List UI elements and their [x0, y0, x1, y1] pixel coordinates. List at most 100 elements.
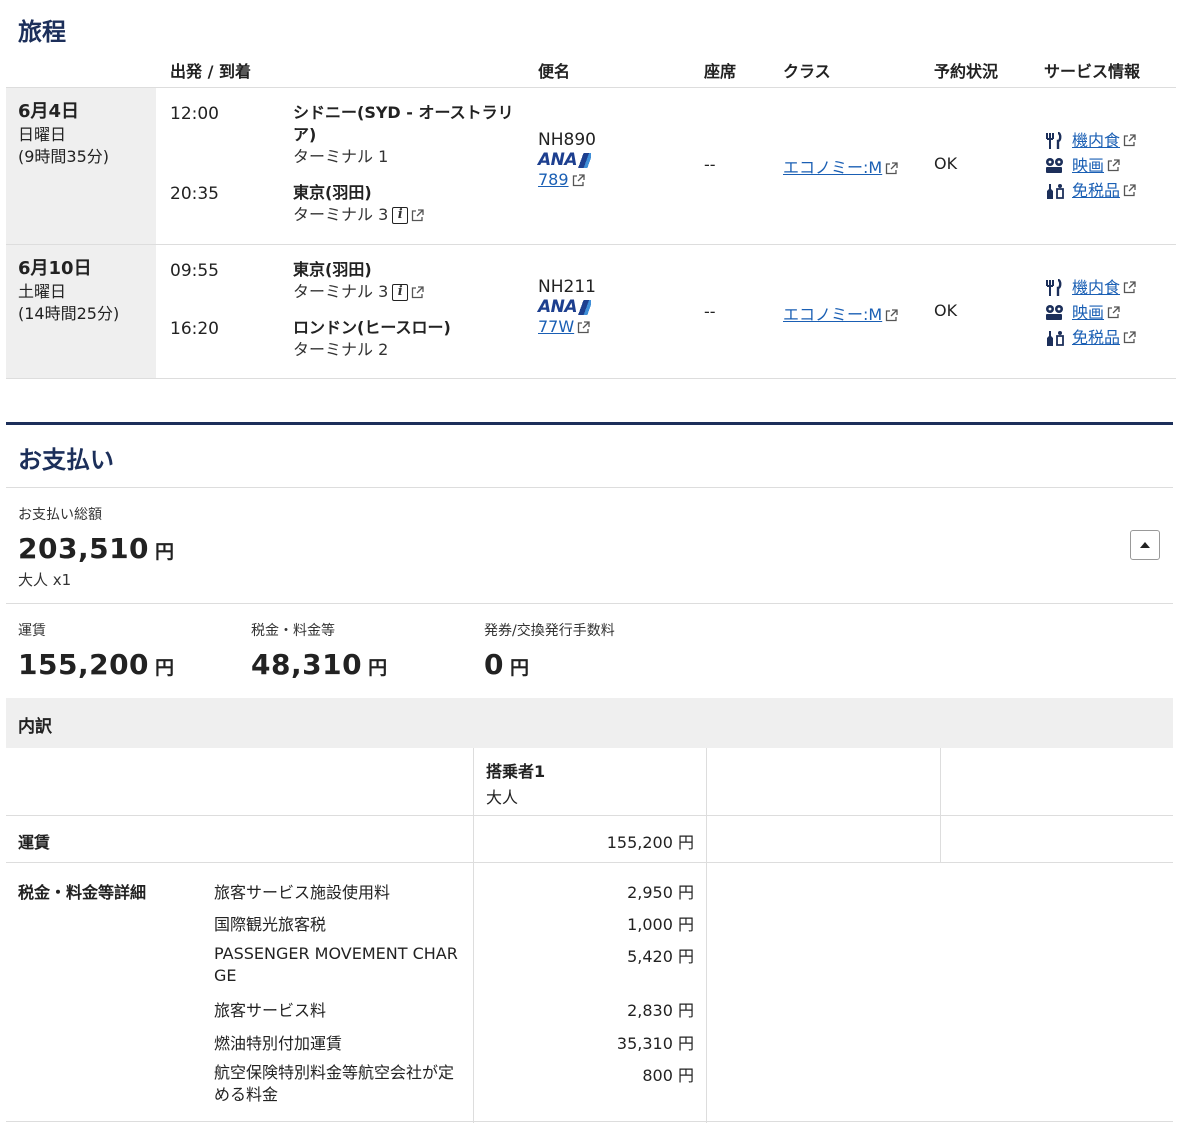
tax-item-name: 国際観光旅客税	[214, 915, 327, 934]
segment-weekday: 日曜日	[18, 125, 67, 144]
segment-date: 6月4日	[18, 101, 80, 122]
arrival-info: 東京(羽田) ターミナル 3i	[293, 182, 533, 226]
segment-duration: (14時間25分)	[18, 304, 120, 323]
external-link-icon	[572, 174, 585, 187]
departure-terminal: ターミナル 3	[293, 282, 389, 301]
collapse-toggle-button[interactable]	[1130, 530, 1160, 560]
total-label: お支払い総額	[18, 507, 102, 523]
fee-label: 発券/交換発行手数料	[484, 623, 615, 639]
header-class: クラス	[783, 62, 831, 81]
fee-amount: 0円	[484, 648, 530, 681]
column-divider	[706, 748, 707, 1123]
tax-item-name: 旅客サービス料	[214, 1001, 327, 1020]
external-link-icon[interactable]	[411, 286, 424, 299]
header-seat: 座席	[704, 62, 737, 81]
segment-row: 6月10日 土曜日 (14時間25分) 09:55 東京(羽田) ターミナル 3…	[6, 245, 1176, 379]
section-divider	[6, 422, 1173, 425]
departure-place: 東京(羽田)	[293, 260, 372, 279]
tax-item-value: 800 円	[642, 1066, 694, 1085]
services-list: 機内食 映画 免税品	[1044, 128, 1136, 203]
services-list: 機内食 映画 免税品	[1044, 275, 1136, 350]
terminal-info-icon[interactable]: i	[392, 207, 409, 224]
divider	[6, 862, 1173, 863]
tax-item-value: 5,420 円	[627, 947, 694, 966]
tax-item-value: 2,950 円	[627, 883, 694, 902]
arrival-time: 16:20	[170, 319, 219, 339]
tax-amount: 48,310 円	[251, 648, 388, 681]
itinerary-header-row: 出発 / 到着 便名 座席 クラス 予約状況 サービス情報	[6, 56, 1176, 88]
aircraft-link[interactable]: 77W	[538, 317, 574, 336]
passenger-type: 大人	[486, 788, 519, 807]
service-dutyfree-link[interactable]: 免税品	[1072, 325, 1120, 350]
passenger-count: 大人 x1	[18, 571, 72, 589]
tax-item-name: PASSENGER MOVEMENT CHARGE	[214, 944, 458, 985]
segment-date-cell: 6月10日 土曜日 (14時間25分)	[6, 245, 156, 378]
external-link-icon	[1123, 184, 1136, 197]
fare-amount: 155,200 円	[18, 648, 175, 681]
service-dutyfree-link[interactable]: 免税品	[1072, 178, 1120, 203]
departure-terminal: ターミナル 1	[293, 147, 389, 166]
segment-row: 6月4日 日曜日 (9時間35分) 12:00 シドニー(SYD - オーストラ…	[6, 88, 1176, 245]
seat-value: --	[704, 155, 716, 174]
external-link-icon	[885, 162, 898, 175]
departure-place: シドニー(SYD - オーストラリア)	[293, 103, 514, 144]
external-link-icon	[885, 309, 898, 322]
arrival-info: ロンドン(ヒースロー) ターミナル 2	[293, 317, 533, 361]
flight-info: NH211 ANA 77W	[538, 277, 596, 336]
arrival-terminal: ターミナル 3	[293, 205, 389, 224]
divider	[6, 815, 1173, 816]
service-movie-link[interactable]: 映画	[1072, 153, 1104, 178]
segment-date-cell: 6月4日 日曜日 (9時間35分)	[6, 88, 156, 244]
tax-item-value: 35,310 円	[616, 1034, 694, 1053]
divider	[6, 487, 1173, 488]
flight-info: NH890 ANA 789	[538, 130, 596, 189]
segment-date: 6月10日	[18, 258, 92, 279]
service-movie-link[interactable]: 映画	[1072, 300, 1104, 325]
external-link-icon	[1123, 134, 1136, 147]
breakdown-header: 内訳	[6, 698, 1173, 748]
divider	[6, 603, 1173, 604]
booking-status: OK	[934, 301, 958, 320]
meal-icon	[1046, 278, 1062, 296]
external-link-icon	[1107, 159, 1120, 172]
arrival-place: 東京(羽田)	[293, 183, 372, 202]
header-services: サービス情報	[1044, 62, 1141, 81]
tax-item-name: 航空保険特別料金等航空会社が定める料金	[214, 1063, 455, 1104]
divider	[6, 1121, 1173, 1122]
external-link-icon[interactable]	[411, 209, 424, 222]
terminal-info-icon[interactable]: i	[392, 284, 409, 301]
fare-row-label: 運賃	[18, 833, 51, 852]
segment-duration: (9時間35分)	[18, 147, 110, 166]
external-link-icon	[1123, 281, 1136, 294]
cabin-class-link[interactable]: エコノミー:M	[783, 305, 882, 324]
tax-item-value: 2,830 円	[627, 1001, 694, 1020]
service-meal-link[interactable]: 機内食	[1072, 128, 1120, 153]
header-status: 予約状況	[934, 62, 999, 81]
tax-item-name: 燃油特別付加運賃	[214, 1034, 343, 1053]
fare-row-value: 155,200 円	[606, 833, 694, 852]
total-amount: 203,510 円	[18, 532, 175, 565]
arrival-terminal: ターミナル 2	[293, 340, 389, 359]
service-meal-link[interactable]: 機内食	[1072, 275, 1120, 300]
movie-icon	[1046, 157, 1063, 173]
duty-free-icon	[1047, 330, 1064, 346]
duty-free-icon	[1047, 183, 1064, 199]
departure-time: 12:00	[170, 104, 219, 124]
aircraft-link[interactable]: 789	[538, 170, 569, 189]
payment-title: お支払い	[18, 446, 114, 474]
flight-number: NH890	[538, 130, 596, 150]
column-divider	[940, 748, 941, 863]
fare-label: 運賃	[18, 623, 46, 639]
chevron-up-icon	[1140, 542, 1150, 548]
departure-info: 東京(羽田) ターミナル 3i	[293, 259, 533, 303]
arrival-time: 20:35	[170, 184, 219, 204]
cabin-class-link[interactable]: エコノミー:M	[783, 158, 882, 177]
departure-time: 09:55	[170, 261, 219, 281]
flight-number: NH211	[538, 277, 596, 297]
segment-weekday: 土曜日	[18, 282, 67, 301]
itinerary-title: 旅程	[18, 18, 66, 46]
external-link-icon	[1107, 306, 1120, 319]
ana-logo: ANA	[538, 297, 592, 317]
departure-info: シドニー(SYD - オーストラリア) ターミナル 1	[293, 102, 533, 168]
tax-detail-label: 税金・料金等詳細	[18, 883, 147, 902]
